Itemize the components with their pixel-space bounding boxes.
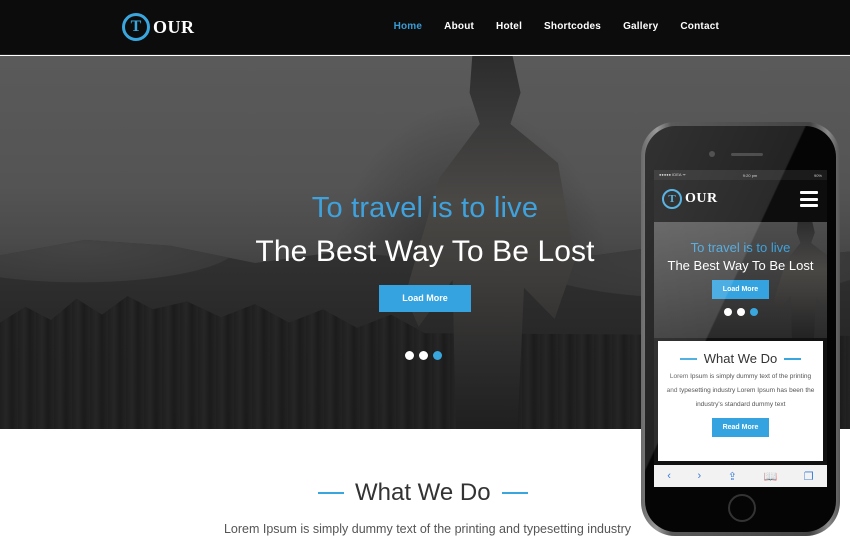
forward-icon[interactable]: › bbox=[698, 470, 702, 482]
heading-line-right bbox=[501, 492, 528, 494]
heading-line-left bbox=[318, 492, 344, 494]
mobile-what-we-do-title: What We Do bbox=[703, 351, 778, 366]
slider-dots bbox=[405, 351, 442, 360]
slider-dot-3[interactable] bbox=[433, 351, 442, 360]
what-we-do-heading: What We Do bbox=[318, 479, 528, 507]
logo-text: OUR bbox=[153, 16, 195, 37]
mobile-hero-content: To travel is to live The Best Way To Be … bbox=[654, 222, 827, 316]
slider-dot-2[interactable] bbox=[419, 351, 428, 360]
mobile-logo[interactable]: T OUR bbox=[662, 189, 718, 209]
main-nav: Home About Hotel Shortcodes Gallery Cont… bbox=[372, 21, 719, 32]
phone-camera bbox=[709, 151, 715, 157]
phone-screen: ●●●●● IDEA ᯤ 9:20 pm 90% T OUR To travel… bbox=[654, 170, 827, 487]
slider-dot-1[interactable] bbox=[405, 351, 414, 360]
mobile-logo-text: OUR bbox=[685, 191, 718, 206]
page: T OUR Home About Hotel Shortcodes Galler… bbox=[0, 0, 850, 540]
phone-status-bar: ●●●●● IDEA ᯤ 9:20 pm 90% bbox=[654, 170, 827, 180]
mobile-logo-icon: T bbox=[662, 189, 682, 209]
phone-mockup: ●●●●● IDEA ᯤ 9:20 pm 90% T OUR To travel… bbox=[641, 122, 840, 536]
site-header: T OUR Home About Hotel Shortcodes Galler… bbox=[0, 0, 850, 55]
battery-level: 90% bbox=[813, 172, 822, 178]
mobile-slider-dot-2[interactable] bbox=[736, 308, 745, 316]
status-time: 9:20 pm bbox=[742, 172, 758, 178]
nav-shortcodes[interactable]: Shortcodes bbox=[544, 21, 601, 32]
mobile-hero-tagline: To travel is to live bbox=[690, 240, 791, 255]
logo[interactable]: T OUR bbox=[122, 13, 195, 41]
mobile-heading-line-right bbox=[784, 357, 802, 360]
phone-body: ●●●●● IDEA ᯤ 9:20 pm 90% T OUR To travel… bbox=[645, 126, 836, 532]
tabs-icon[interactable]: ❐ bbox=[804, 470, 814, 483]
what-we-do-section: What We Do Lorem Ipsum is simply dummy t… bbox=[0, 430, 640, 540]
what-we-do-title: What We Do bbox=[355, 479, 491, 506]
bookmarks-icon[interactable]: 📖 bbox=[764, 470, 778, 483]
mobile-load-more-button[interactable]: Load More bbox=[712, 280, 769, 299]
mobile-slider-dot-3[interactable] bbox=[749, 308, 758, 316]
mobile-what-we-do-heading: What We Do bbox=[658, 351, 823, 366]
mobile-read-more-button[interactable]: Read More bbox=[712, 418, 769, 437]
phone-speaker bbox=[731, 153, 763, 156]
mobile-what-we-do: What We Do Lorem Ipsum is simply dummy t… bbox=[658, 341, 823, 461]
logo-icon: T bbox=[122, 13, 150, 41]
carrier-signal: ●●●●● IDEA ᯤ bbox=[659, 172, 687, 177]
back-icon[interactable]: ‹ bbox=[667, 470, 671, 482]
nav-contact[interactable]: Contact bbox=[680, 21, 719, 32]
mobile-header: T OUR bbox=[654, 180, 827, 222]
safari-toolbar: ‹ › ⇪ 📖 ❐ bbox=[654, 465, 827, 487]
hamburger-menu-icon[interactable] bbox=[800, 191, 818, 207]
nav-about[interactable]: About bbox=[444, 21, 474, 32]
load-more-button[interactable]: Load More bbox=[379, 285, 471, 312]
mobile-hero-title: The Best Way To Be Lost bbox=[667, 258, 814, 273]
mobile-slider-dot-1[interactable] bbox=[723, 308, 732, 316]
mobile-hero: To travel is to live The Best Way To Be … bbox=[654, 222, 827, 338]
nav-home[interactable]: Home bbox=[394, 21, 423, 32]
share-icon[interactable]: ⇪ bbox=[728, 470, 737, 483]
nav-gallery[interactable]: Gallery bbox=[623, 21, 658, 32]
mobile-heading-line-left bbox=[679, 357, 697, 360]
mobile-slider-dots bbox=[654, 308, 827, 316]
nav-hotel[interactable]: Hotel bbox=[496, 21, 522, 32]
mobile-what-we-do-text: Lorem Ipsum is simply dummy text of the … bbox=[666, 373, 815, 408]
phone-home-button[interactable] bbox=[728, 494, 756, 522]
